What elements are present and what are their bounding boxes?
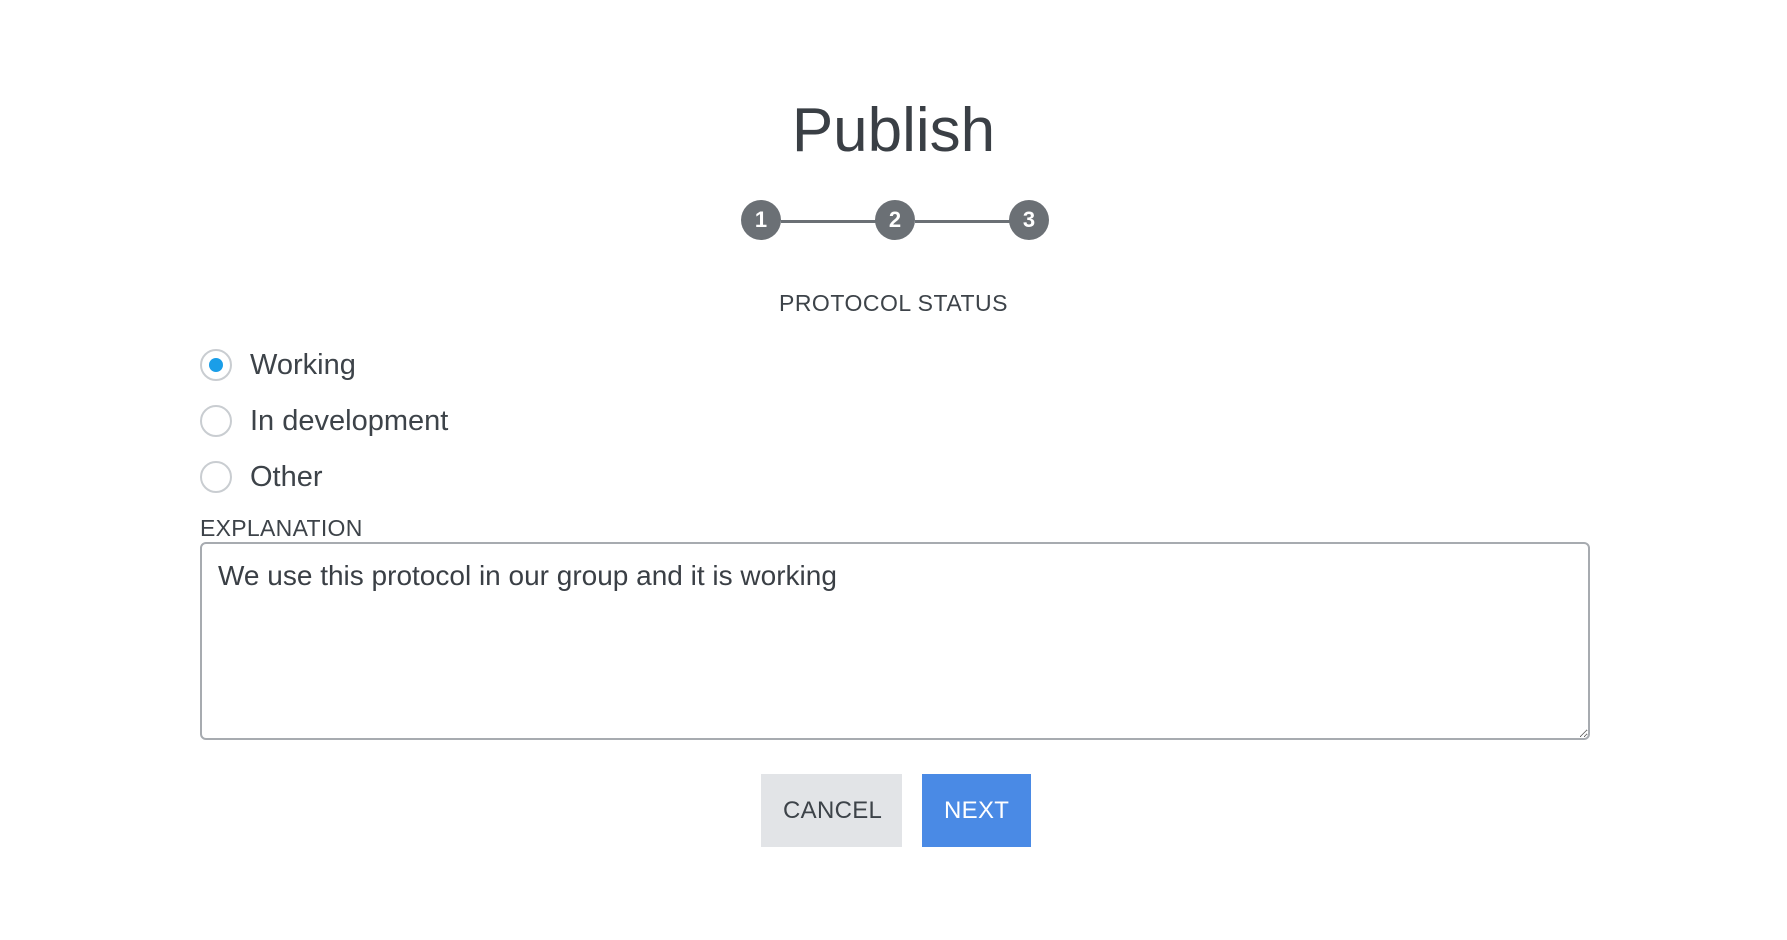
radio-option-working[interactable]: Working bbox=[200, 337, 448, 393]
radio-label-working[interactable]: Working bbox=[250, 349, 356, 382]
cancel-button[interactable]: CANCEL bbox=[761, 774, 902, 847]
protocol-status-radio-group: Working In development Other bbox=[200, 337, 448, 505]
next-button[interactable]: NEXT bbox=[922, 774, 1031, 847]
radio-selected-dot bbox=[209, 358, 223, 372]
radio-button-other[interactable] bbox=[200, 461, 232, 493]
explanation-textarea[interactable]: We use this protocol in our group and it… bbox=[200, 542, 1590, 740]
page-title: Publish bbox=[791, 96, 996, 165]
radio-option-in-development[interactable]: In development bbox=[200, 393, 448, 449]
radio-label-in-development[interactable]: In development bbox=[250, 405, 448, 438]
step-3[interactable]: 3 bbox=[1009, 200, 1049, 240]
dialog-actions: CANCEL NEXT bbox=[761, 774, 1031, 847]
protocol-status-heading: PROTOCOL STATUS bbox=[778, 290, 1008, 316]
explanation-label: EXPLANATION bbox=[200, 515, 363, 541]
step-1[interactable]: 1 bbox=[741, 200, 781, 240]
stepper-connector bbox=[781, 220, 877, 223]
radio-label-other[interactable]: Other bbox=[250, 461, 323, 494]
stepper-connector bbox=[915, 220, 1011, 223]
radio-button-working[interactable] bbox=[200, 349, 232, 381]
radio-option-other[interactable]: Other bbox=[200, 449, 448, 505]
radio-button-in-development[interactable] bbox=[200, 405, 232, 437]
stepper: 1 2 3 bbox=[741, 200, 1049, 242]
step-2[interactable]: 2 bbox=[875, 200, 915, 240]
